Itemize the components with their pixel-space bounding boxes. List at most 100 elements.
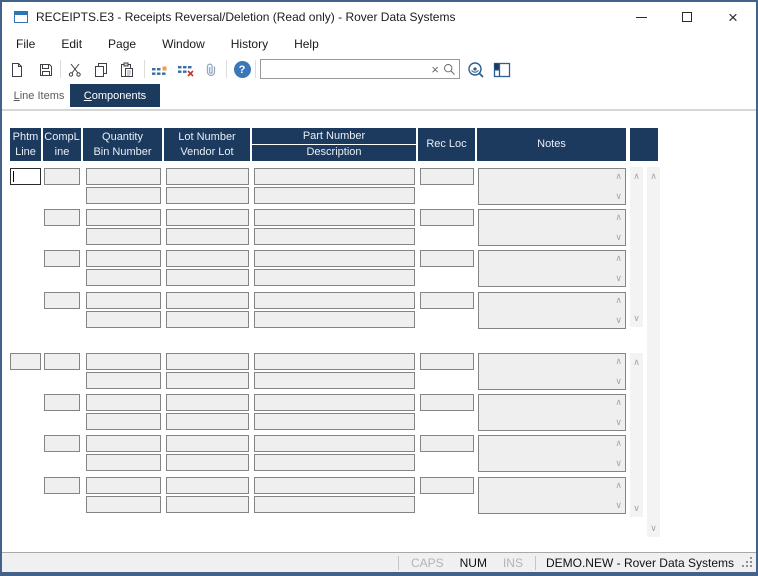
notes-textarea[interactable]	[479, 354, 607, 389]
notes-scroll-down-icon[interactable]: ∨	[615, 501, 622, 510]
notes-scroll-up-icon[interactable]: ∧	[615, 398, 622, 407]
quantity-field[interactable]	[86, 394, 161, 411]
part-number-field[interactable]	[254, 209, 415, 226]
description-field[interactable]	[254, 228, 415, 245]
lot-number-field[interactable]	[166, 250, 249, 267]
description-field[interactable]	[254, 311, 415, 328]
menu-history[interactable]: History	[221, 34, 278, 54]
quantity-field[interactable]	[86, 477, 161, 494]
copy-button[interactable]	[90, 59, 112, 80]
menu-page[interactable]: Page	[98, 34, 146, 54]
vendor-lot-field[interactable]	[166, 311, 249, 328]
comp-line-field[interactable]	[44, 292, 80, 309]
notes-field[interactable]: ∧ ∨	[478, 209, 626, 246]
scroll-down-icon[interactable]: ∨	[630, 503, 643, 513]
notes-scroll-up-icon[interactable]: ∧	[615, 296, 622, 305]
notes-scroll-down-icon[interactable]: ∨	[615, 233, 622, 242]
tab-components[interactable]: Components	[70, 84, 160, 107]
insert-row-button[interactable]	[149, 59, 171, 80]
close-button[interactable]: ×	[710, 2, 756, 32]
comp-line-field[interactable]	[44, 250, 80, 267]
bin-number-field[interactable]	[86, 496, 161, 513]
vendor-lot-field[interactable]	[166, 269, 249, 286]
notes-scroll-down-icon[interactable]: ∨	[615, 274, 622, 283]
notes-scroll-up-icon[interactable]: ∧	[615, 357, 622, 366]
lot-number-field[interactable]	[166, 394, 249, 411]
notes-scroll-up-icon[interactable]: ∧	[615, 254, 622, 263]
comp-line-field[interactable]	[44, 209, 80, 226]
menu-help[interactable]: Help	[284, 34, 329, 54]
notes-textarea[interactable]	[479, 251, 607, 286]
vendor-lot-field[interactable]	[166, 454, 249, 471]
rec-loc-field[interactable]	[420, 168, 474, 185]
vendor-lot-field[interactable]	[166, 372, 249, 389]
delete-row-button[interactable]	[175, 59, 197, 80]
quantity-field[interactable]	[86, 353, 161, 370]
vendor-lot-field[interactable]	[166, 187, 249, 204]
description-field[interactable]	[254, 187, 415, 204]
rec-loc-field[interactable]	[420, 394, 474, 411]
comp-line-field[interactable]	[44, 353, 80, 370]
rec-loc-field[interactable]	[420, 477, 474, 494]
part-number-field[interactable]	[254, 168, 415, 185]
quantity-field[interactable]	[86, 250, 161, 267]
outer-scrollbar[interactable]: ∧ ∨	[647, 167, 660, 537]
group2-scrollbar[interactable]: ∧ ∨	[630, 353, 643, 517]
rec-loc-field[interactable]	[420, 353, 474, 370]
new-document-button[interactable]	[6, 59, 28, 80]
notes-scroll-down-icon[interactable]: ∨	[615, 418, 622, 427]
tab-line-items[interactable]: Line Items	[10, 84, 68, 107]
rec-loc-field[interactable]	[420, 435, 474, 452]
notes-scroll-up-icon[interactable]: ∧	[615, 481, 622, 490]
lot-number-field[interactable]	[166, 209, 249, 226]
lot-number-field[interactable]	[166, 168, 249, 185]
notes-scroll-up-icon[interactable]: ∧	[615, 172, 622, 181]
menu-file[interactable]: File	[6, 34, 45, 54]
lot-number-field[interactable]	[166, 292, 249, 309]
cut-button[interactable]	[64, 59, 86, 80]
description-field[interactable]	[254, 413, 415, 430]
part-number-field[interactable]	[254, 250, 415, 267]
vendor-lot-field[interactable]	[166, 413, 249, 430]
part-number-field[interactable]	[254, 394, 415, 411]
notes-field[interactable]: ∧ ∨	[478, 292, 626, 329]
notes-textarea[interactable]	[479, 293, 607, 328]
notes-textarea[interactable]	[479, 478, 607, 513]
comp-line-field[interactable]	[44, 435, 80, 452]
search-icon[interactable]	[443, 63, 459, 76]
notes-field[interactable]: ∧ ∨	[478, 435, 626, 472]
table-view-button[interactable]	[491, 59, 513, 80]
vendor-lot-field[interactable]	[166, 228, 249, 245]
save-button[interactable]	[35, 59, 57, 80]
maximize-button[interactable]	[664, 2, 710, 32]
quantity-field[interactable]	[86, 292, 161, 309]
description-field[interactable]	[254, 372, 415, 389]
notes-textarea[interactable]	[479, 169, 607, 204]
bin-number-field[interactable]	[86, 187, 161, 204]
phtm-line-field[interactable]	[10, 353, 41, 370]
lot-number-field[interactable]	[166, 435, 249, 452]
quantity-field[interactable]	[86, 168, 161, 185]
notes-field[interactable]: ∧ ∨	[478, 168, 626, 205]
notes-field[interactable]: ∧ ∨	[478, 250, 626, 287]
part-number-field[interactable]	[254, 477, 415, 494]
view-search-button[interactable]	[465, 59, 487, 80]
bin-number-field[interactable]	[86, 311, 161, 328]
menu-edit[interactable]: Edit	[51, 34, 92, 54]
notes-scroll-down-icon[interactable]: ∨	[615, 192, 622, 201]
bin-number-field[interactable]	[86, 413, 161, 430]
notes-textarea[interactable]	[479, 210, 607, 245]
description-field[interactable]	[254, 454, 415, 471]
notes-field[interactable]: ∧ ∨	[478, 394, 626, 431]
comp-line-field[interactable]	[44, 394, 80, 411]
notes-scroll-up-icon[interactable]: ∧	[615, 213, 622, 222]
rec-loc-field[interactable]	[420, 250, 474, 267]
menu-window[interactable]: Window	[152, 34, 215, 54]
description-field[interactable]	[254, 269, 415, 286]
bin-number-field[interactable]	[86, 228, 161, 245]
bin-number-field[interactable]	[86, 454, 161, 471]
clear-search-icon[interactable]: ×	[427, 62, 443, 77]
group1-scrollbar[interactable]: ∧ ∨	[630, 167, 643, 327]
scroll-down-icon[interactable]: ∨	[647, 523, 660, 533]
description-field[interactable]	[254, 496, 415, 513]
